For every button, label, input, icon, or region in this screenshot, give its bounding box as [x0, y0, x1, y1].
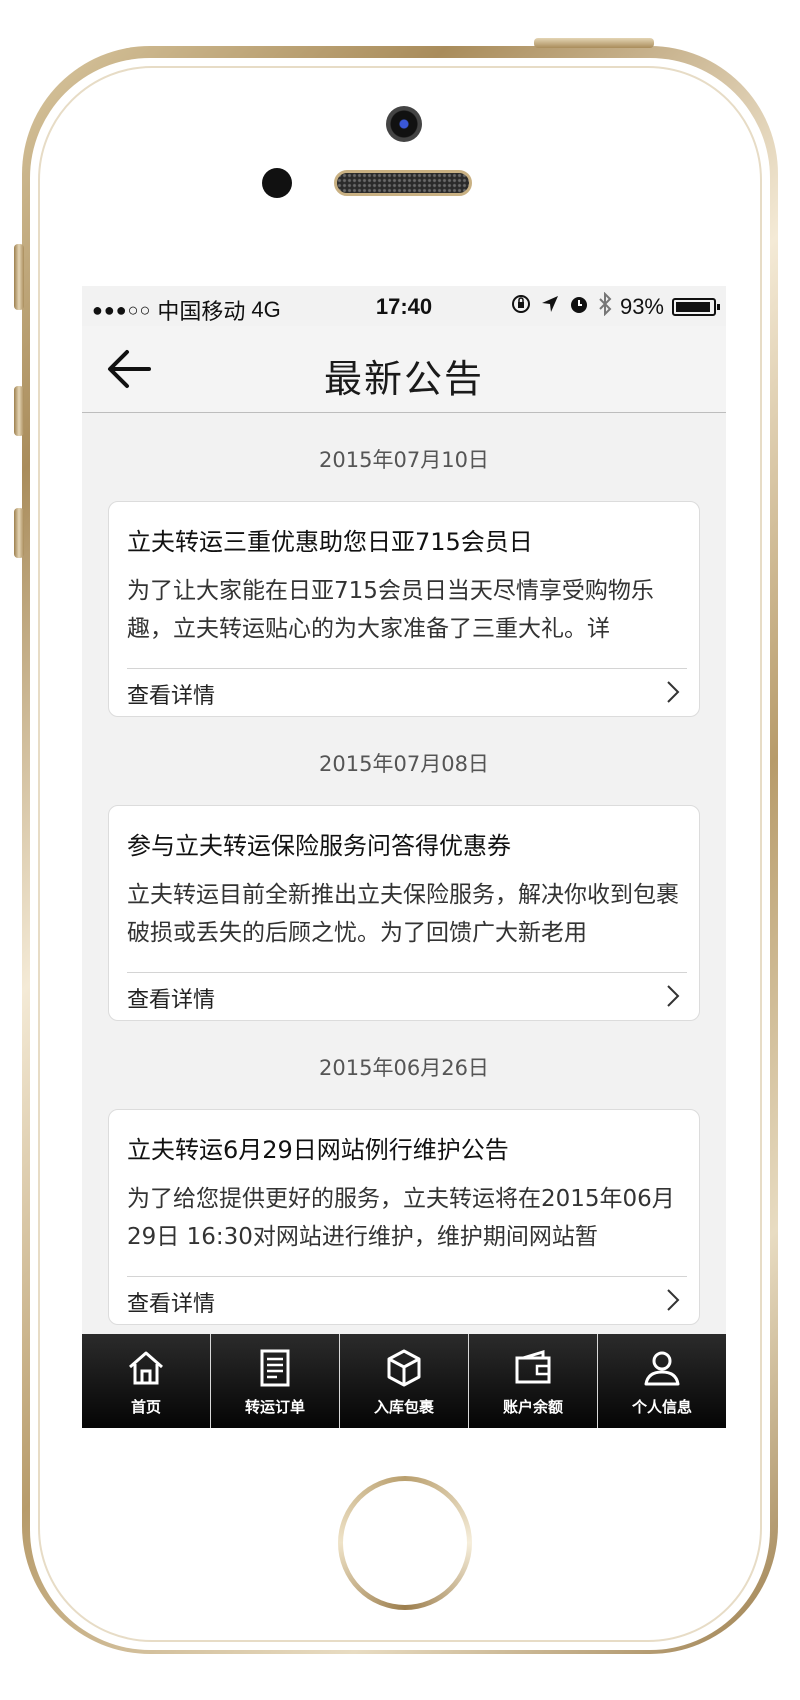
box-icon: [387, 1349, 421, 1387]
app-screen: ●●●○○ 中国移动 4G 17:40 93% 最新公告 2015年07月10日…: [82, 286, 726, 1428]
location-icon: [540, 294, 560, 320]
document-icon: [260, 1349, 290, 1387]
tab-label: 入库包裹: [373, 1398, 434, 1416]
tab-packages[interactable]: 入库包裹: [340, 1334, 469, 1428]
card-divider: [127, 972, 687, 973]
rotation-lock-icon: [510, 293, 532, 321]
tab-profile[interactable]: 个人信息: [598, 1334, 726, 1428]
notice-date: 2015年07月08日: [319, 752, 489, 776]
notice-card[interactable]: 立夫转运6月29日网站例行维护公告 为了给您提供更好的服务，立夫转运将在2015…: [108, 1109, 700, 1325]
tab-label: 账户余额: [502, 1398, 563, 1416]
tab-balance[interactable]: 账户余额: [469, 1334, 598, 1428]
earpiece-speaker: [334, 170, 472, 196]
notice-date: 2015年07月10日: [319, 448, 489, 472]
chevron-right-icon[interactable]: [663, 680, 683, 704]
notice-summary: 立夫转运目前全新推出立夫保险服务，解决你收到包裹破损或丢失的后顾之忧。为了回馈广…: [127, 882, 679, 946]
tab-orders[interactable]: 转运订单: [211, 1334, 340, 1428]
home-button[interactable]: [338, 1476, 472, 1610]
view-details-link[interactable]: 查看详情: [127, 1286, 215, 1318]
tab-label: 首页: [130, 1398, 161, 1416]
status-bar: ●●●○○ 中国移动 4G 17:40 93%: [82, 286, 726, 326]
notice-card[interactable]: 立夫转运三重优惠助您日亚715会员日 为了让大家能在日亚715会员日当天尽情享受…: [108, 501, 700, 717]
volume-down-button: [14, 508, 24, 558]
battery-icon: [672, 298, 720, 316]
tab-label: 个人信息: [631, 1398, 692, 1416]
notice-title: 参与立夫转运保险服务问答得优惠券: [127, 832, 511, 860]
navigation-bar: 最新公告: [82, 326, 726, 413]
bluetooth-icon: [598, 291, 612, 322]
view-details-link[interactable]: 查看详情: [127, 678, 215, 710]
battery-percent: 93%: [619, 294, 664, 319]
volume-up-button: [14, 386, 24, 436]
alarm-icon: [568, 293, 590, 321]
view-details-link[interactable]: 查看详情: [127, 982, 215, 1014]
card-divider: [127, 668, 687, 669]
page-title: 最新公告: [323, 357, 484, 401]
home-icon: [129, 1351, 163, 1385]
proximity-sensor: [262, 168, 292, 198]
user-icon: [644, 1351, 680, 1386]
card-divider: [127, 1276, 687, 1277]
front-camera: [386, 106, 422, 142]
notice-summary: 为了给您提供更好的服务，立夫转运将在2015年06月29日 16:30对网站进行…: [127, 1186, 675, 1250]
tab-bar: 首页 转运订单 入库包裹 账户余额 个人信息: [82, 1334, 726, 1428]
wallet-icon: [515, 1349, 551, 1384]
notice-date: 2015年06月26日: [319, 1056, 489, 1080]
status-right: 93%: [510, 291, 720, 322]
power-button: [534, 38, 654, 48]
chevron-right-icon[interactable]: [663, 984, 683, 1008]
notice-card[interactable]: 参与立夫转运保险服务问答得优惠券 立夫转运目前全新推出立夫保险服务，解决你收到包…: [108, 805, 700, 1021]
notice-title: 立夫转运三重优惠助您日亚715会员日: [127, 528, 533, 556]
tab-home[interactable]: 首页: [82, 1334, 211, 1428]
notice-title: 立夫转运6月29日网站例行维护公告: [127, 1136, 509, 1164]
chevron-right-icon[interactable]: [663, 1288, 683, 1312]
notice-feed[interactable]: 2015年07月10日 立夫转运三重优惠助您日亚715会员日 为了让大家能在日亚…: [82, 413, 726, 1325]
tab-label: 转运订单: [244, 1398, 305, 1416]
mute-switch: [14, 244, 24, 310]
notice-summary: 为了让大家能在日亚715会员日当天尽情享受购物乐趣，立夫转运贴心的为大家准备了三…: [127, 578, 654, 642]
